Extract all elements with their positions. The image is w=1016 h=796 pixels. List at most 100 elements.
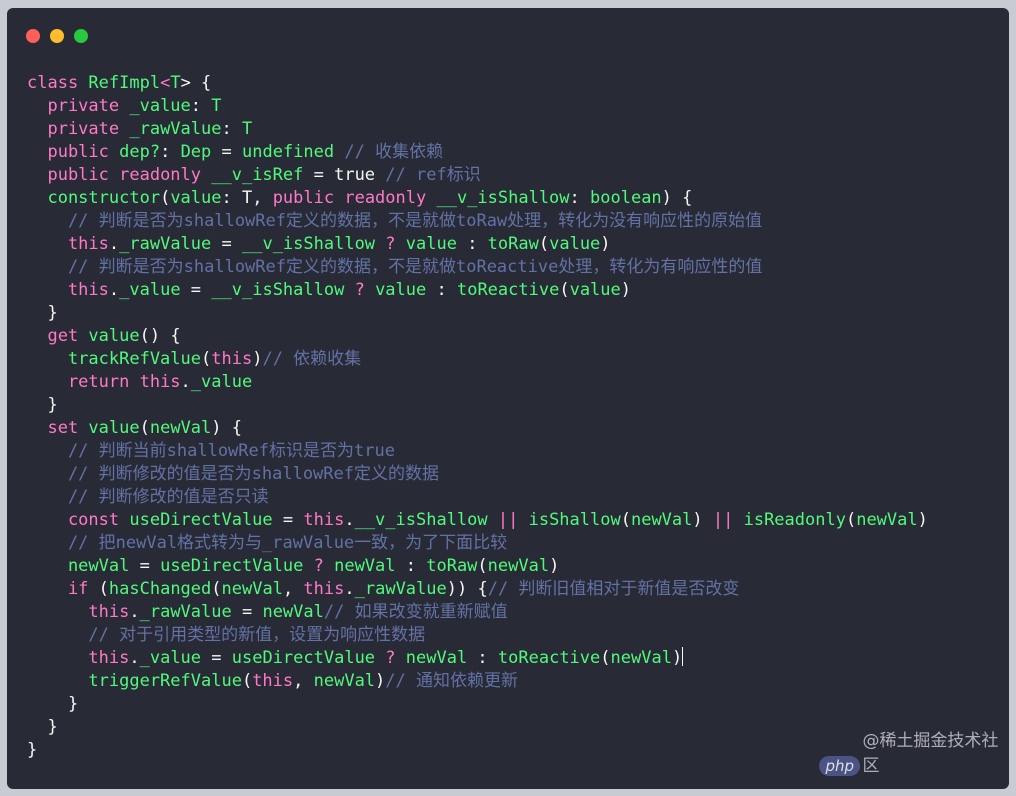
code-token: .	[129, 648, 140, 668]
code-token: (	[201, 349, 212, 369]
code-token: }	[27, 395, 58, 415]
code-token: class	[27, 73, 89, 93]
code-token: // 把newVal格式转为与_rawValue一致，为了下面比较	[27, 533, 508, 553]
code-line: // 把newVal格式转为与_rawValue一致，为了下面比较	[27, 532, 928, 555]
code-token: )	[620, 280, 632, 300]
code-token: :	[395, 556, 427, 576]
code-token: // 判断修改的值是否只读	[27, 487, 269, 507]
code-token: ||	[487, 510, 529, 530]
code-token: )	[549, 556, 560, 576]
code-token: _rawValue	[119, 234, 212, 254]
code-token: get	[27, 326, 89, 346]
code-token: readonly	[344, 188, 437, 208]
code-token: )	[375, 671, 386, 691]
code-token: )	[671, 648, 683, 668]
code-token: dep?	[119, 142, 161, 162]
code-token: :	[190, 96, 212, 116]
code-token: =	[129, 556, 161, 576]
code-token: value	[405, 234, 457, 254]
code-line: }	[27, 739, 928, 762]
code-token: (	[538, 234, 550, 254]
code-token: newVal	[610, 648, 672, 668]
code-token: set	[27, 418, 89, 438]
code-token: : T,	[221, 188, 273, 208]
code-token: }	[27, 740, 38, 760]
code-token: :	[426, 280, 457, 300]
code-token: // 判断当前shallowRef标识是否为true	[27, 441, 395, 461]
code-token: private	[27, 96, 130, 116]
code-line: triggerRefValue(this, newVal)// 通知依赖更新	[27, 670, 928, 693]
code-token: if	[27, 579, 99, 599]
code-token: ?	[303, 556, 335, 576]
code-line: this._value = __v_isShallow ? value : to…	[27, 279, 928, 302]
code-token: toRaw	[426, 556, 478, 576]
code-token: // 如果改变就重新赋值	[323, 602, 508, 622]
code-token: _value	[119, 280, 181, 300]
code-line: }	[27, 693, 928, 716]
code-window: class RefImpl< T > { private _value: T pri…	[7, 8, 1009, 789]
code-token: value	[569, 280, 621, 300]
code-block: class RefImpl< T > { private _value: T pri…	[27, 72, 928, 762]
code-token: =	[201, 648, 232, 668]
code-line: get value() {	[27, 325, 928, 348]
code-token: T	[241, 119, 253, 139]
code-line: // 判断修改的值是否只读	[27, 486, 928, 509]
code-token: newVal	[221, 579, 283, 599]
code-token: this	[27, 280, 109, 300]
code-token: =	[303, 165, 335, 185]
code-token: // 判断是否为shallowRef定义的数据，不是就做toReactive处理…	[27, 257, 763, 277]
code-token: ,	[282, 579, 304, 599]
code-token: )	[600, 234, 611, 254]
code-token: __v_isShallow	[241, 234, 376, 254]
code-token: ?	[375, 234, 406, 254]
code-token: public	[272, 188, 345, 208]
minimize-dot-icon[interactable]	[50, 29, 64, 43]
code-token: toRaw	[487, 234, 539, 254]
code-token: }	[27, 717, 58, 737]
code-line: trackRefValue(this)// 依赖收集	[27, 348, 928, 371]
code-token: )	[917, 510, 928, 530]
code-token: // 对于引用类型的新值，设置为响应性数据	[27, 625, 426, 645]
code-token: :	[221, 119, 242, 139]
maximize-dot-icon[interactable]	[74, 29, 88, 43]
code-token: (	[600, 648, 611, 668]
code-line: this._rawValue = __v_isShallow ? value :…	[27, 233, 928, 256]
code-token: RefImpl	[88, 73, 161, 93]
code-token: > {	[180, 73, 212, 93]
code-line: public readonly __v_isRef = true // ref标…	[27, 164, 928, 187]
code-token: }	[27, 694, 79, 714]
code-line: if (hasChanged(newVal, this._rawValue)) …	[27, 578, 928, 601]
code-token: value	[375, 280, 427, 300]
code-token: useDirectValue	[160, 556, 304, 576]
code-line: newVal = useDirectValue ? newVal : toRaw…	[27, 555, 928, 578]
code-token: .	[129, 602, 140, 622]
code-token: // 判断是否为shallowRef定义的数据，不是就做toRaw处理，转化为没…	[27, 211, 763, 231]
code-token: this	[303, 510, 345, 530]
close-dot-icon[interactable]	[26, 29, 40, 43]
code-token: =	[272, 510, 304, 530]
code-token: <	[160, 73, 171, 93]
code-line: }	[27, 302, 928, 325]
code-token: ) {	[661, 188, 693, 208]
code-token: value	[88, 326, 140, 346]
text-cursor	[682, 647, 684, 666]
code-line: set value(newVal) {	[27, 417, 928, 440]
code-token: private	[27, 119, 130, 139]
code-token: (	[98, 579, 109, 599]
code-line: // 判断是否为shallowRef定义的数据，不是就做toReactive处理…	[27, 256, 928, 279]
code-token: true	[334, 165, 376, 185]
code-line: constructor(value: T, public readonly __…	[27, 187, 928, 210]
watermark-text: @稀土掘金技术社区	[862, 731, 999, 776]
code-token: (	[559, 280, 570, 300]
code-token: // 判断修改的值是否为shallowRef定义的数据	[27, 464, 439, 484]
code-line: // 判断修改的值是否为shallowRef定义的数据	[27, 463, 928, 486]
code-token: _rawValue	[354, 579, 447, 599]
code-line: private _value: T	[27, 95, 928, 118]
code-token: newVal	[405, 648, 468, 668]
code-token: newVal	[487, 556, 550, 576]
code-token: _value	[190, 372, 253, 392]
code-line: this._value = useDirectValue ? newVal : …	[27, 647, 928, 670]
code-token: __v_isRef	[211, 165, 304, 185]
code-token: ) {	[211, 418, 242, 438]
code-token: newVal	[630, 510, 693, 530]
